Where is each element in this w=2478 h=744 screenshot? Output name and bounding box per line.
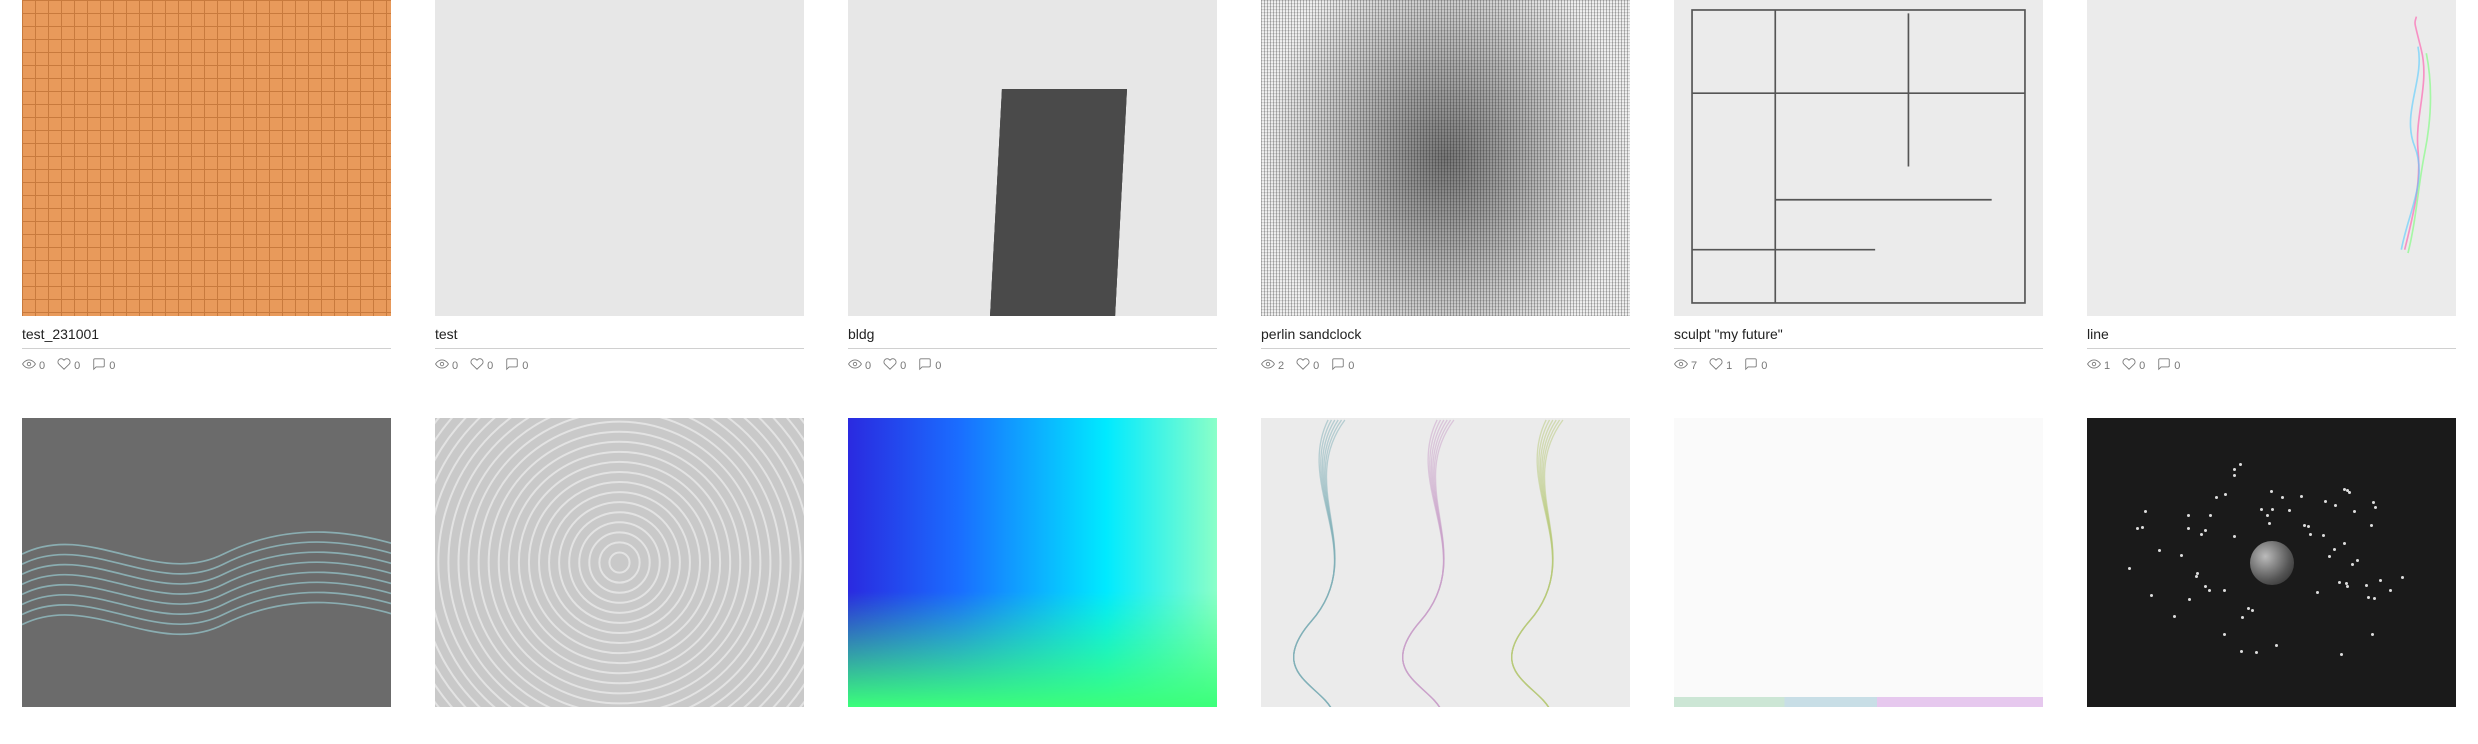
views-stat[interactable]: 0 (22, 357, 45, 374)
eye-icon (2087, 357, 2101, 374)
likes-count: 0 (2139, 360, 2145, 372)
project-card: perlin sandclock 2 0 0 (1261, 0, 1630, 374)
comment-icon (1744, 357, 1758, 374)
project-title[interactable]: sculpt "my future" (1674, 316, 2043, 349)
thumbnail[interactable] (848, 418, 1217, 707)
project-stats: 0 0 0 (435, 349, 804, 374)
thumbnail[interactable] (22, 0, 391, 316)
eye-icon (435, 357, 449, 374)
project-card (848, 418, 1217, 707)
views-stat[interactable]: 2 (1261, 357, 1284, 374)
likes-count: 0 (900, 360, 906, 372)
comments-stat[interactable]: 0 (1744, 357, 1767, 374)
project-card: sculpt "my future" 7 1 0 (1674, 0, 2043, 374)
views-count: 0 (452, 360, 458, 372)
likes-count: 0 (487, 360, 493, 372)
project-title[interactable]: test_231001 (22, 316, 391, 349)
thumbnail[interactable] (1261, 0, 1630, 316)
project-card (1261, 418, 1630, 707)
likes-count: 1 (1726, 360, 1732, 372)
views-stat[interactable]: 0 (435, 357, 458, 374)
project-card: bldg 0 0 0 (848, 0, 1217, 374)
eye-icon (848, 357, 862, 374)
comments-stat[interactable]: 0 (92, 357, 115, 374)
project-title[interactable]: test (435, 316, 804, 349)
project-card: test_231001 0 0 0 (22, 0, 391, 374)
views-count: 1 (2104, 360, 2110, 372)
thumbnail[interactable] (1261, 418, 1630, 707)
comments-count: 0 (109, 360, 115, 372)
thumbnail[interactable] (848, 0, 1217, 316)
likes-stat[interactable]: 0 (470, 357, 493, 374)
comment-icon (505, 357, 519, 374)
project-stats: 1 0 0 (2087, 349, 2456, 374)
eye-icon (1261, 357, 1275, 374)
project-stats: 2 0 0 (1261, 349, 1630, 374)
project-card (2087, 418, 2456, 707)
thumbnail[interactable] (2087, 418, 2456, 707)
comments-stat[interactable]: 0 (2157, 357, 2180, 374)
heart-icon (470, 357, 484, 374)
project-card (435, 418, 804, 707)
thumbnail[interactable] (435, 0, 804, 316)
project-card (1674, 418, 2043, 707)
comment-icon (2157, 357, 2171, 374)
comment-icon (918, 357, 932, 374)
views-count: 0 (865, 360, 871, 372)
project-stats: 0 0 0 (848, 349, 1217, 374)
project-card: test 0 0 0 (435, 0, 804, 374)
comments-stat[interactable]: 0 (1331, 357, 1354, 374)
views-stat[interactable]: 7 (1674, 357, 1697, 374)
comments-count: 0 (935, 360, 941, 372)
views-stat[interactable]: 1 (2087, 357, 2110, 374)
comments-count: 0 (522, 360, 528, 372)
heart-icon (57, 357, 71, 374)
heart-icon (1709, 357, 1723, 374)
project-stats: 0 0 0 (22, 349, 391, 374)
likes-count: 0 (1313, 360, 1319, 372)
likes-stat[interactable]: 0 (883, 357, 906, 374)
comments-stat[interactable]: 0 (918, 357, 941, 374)
comment-icon (92, 357, 106, 374)
comments-count: 0 (1761, 360, 1767, 372)
heart-icon (883, 357, 897, 374)
project-title[interactable]: perlin sandclock (1261, 316, 1630, 349)
views-count: 7 (1691, 360, 1697, 372)
likes-stat[interactable]: 1 (1709, 357, 1732, 374)
likes-stat[interactable]: 0 (2122, 357, 2145, 374)
project-title[interactable]: bldg (848, 316, 1217, 349)
views-count: 0 (39, 360, 45, 372)
eye-icon (22, 357, 36, 374)
eye-icon (1674, 357, 1688, 374)
likes-count: 0 (74, 360, 80, 372)
comment-icon (1331, 357, 1345, 374)
comments-count: 0 (2174, 360, 2180, 372)
thumbnail[interactable] (1674, 418, 2043, 707)
project-card: line 1 0 0 (2087, 0, 2456, 374)
likes-stat[interactable]: 0 (1296, 357, 1319, 374)
project-card (22, 418, 391, 707)
project-stats: 7 1 0 (1674, 349, 2043, 374)
thumbnail[interactable] (435, 418, 804, 707)
heart-icon (1296, 357, 1310, 374)
views-count: 2 (1278, 360, 1284, 372)
views-stat[interactable]: 0 (848, 357, 871, 374)
likes-stat[interactable]: 0 (57, 357, 80, 374)
thumbnail[interactable] (22, 418, 391, 707)
comments-count: 0 (1348, 360, 1354, 372)
thumbnail[interactable] (2087, 0, 2456, 316)
heart-icon (2122, 357, 2136, 374)
comments-stat[interactable]: 0 (505, 357, 528, 374)
project-title[interactable]: line (2087, 316, 2456, 349)
thumbnail[interactable] (1674, 0, 2043, 316)
